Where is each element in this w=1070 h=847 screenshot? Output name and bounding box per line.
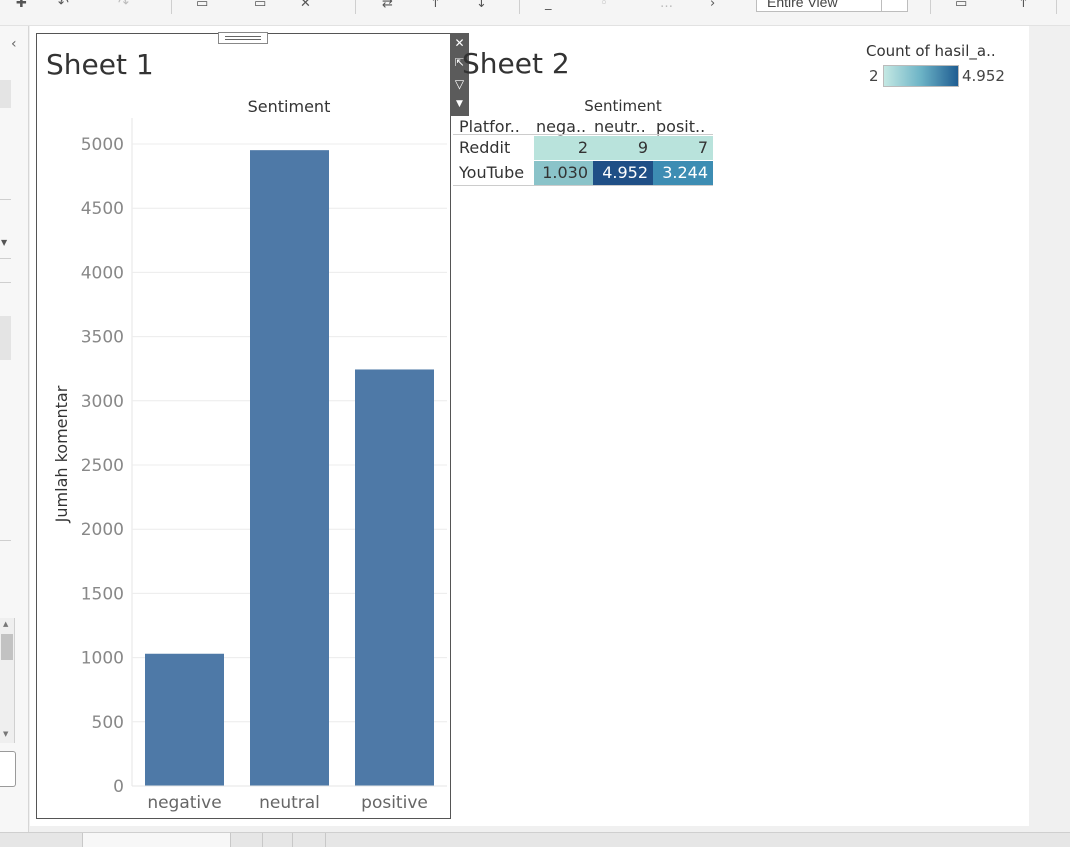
toolbar-divider [1056,0,1057,14]
bar [250,150,329,786]
table-cell[interactable]: 3.244 [653,161,713,185]
divider [0,199,11,200]
table-cell[interactable]: 2 [534,136,593,160]
bar [145,653,224,786]
share-icon[interactable]: ↑ [1018,0,1029,10]
divider [0,540,11,541]
row-label: Reddit [459,138,511,157]
legend-max-label: 4.952 [962,67,1005,85]
sort-desc-icon[interactable]: ↓ [476,0,487,10]
y-tick-label: 1000 [81,649,124,669]
y-tick-label: 2000 [81,520,124,540]
fit-dropdown-value: Entire View [767,0,838,10]
chevron-down-icon[interactable] [881,0,907,11]
table-cell[interactable]: 9 [593,136,653,160]
toolbar-divider [930,0,931,14]
sheet-tab[interactable] [263,833,293,847]
legend-color-ramp [883,65,959,87]
scrollbar-thumb[interactable] [1,634,13,660]
y-tick-label: 3000 [81,392,124,412]
more-options-icon[interactable]: ▼ [450,94,469,114]
panel-item[interactable] [0,316,11,360]
legend-title: Count of hasil_a.. [866,42,996,60]
duplicate-icon[interactable]: ▭ [254,0,266,10]
add-icon[interactable]: ✚ [16,0,27,10]
sheet-tab-bar [0,832,1070,847]
divider [0,282,11,283]
column-group-header: Sentiment [584,97,662,115]
toolbar-divider [355,0,356,14]
swap-icon[interactable]: ⇄ [382,0,393,10]
toolbar-divider [519,0,520,14]
scroll-down-icon[interactable]: ▼ [3,730,8,738]
show-cards-icon[interactable]: ▭ [955,0,967,10]
highlight-icon[interactable]: _ [545,0,552,10]
color-legend[interactable]: Count of hasil_a.. 2 4.952 [862,42,1022,93]
chart-title: Sentiment [248,97,331,116]
y-tick-label: 4500 [81,199,124,219]
header-divider [453,134,713,135]
table-cell[interactable]: 4.952 [593,161,653,185]
sheet1-container[interactable]: Sheet 1 Sentiment 0 500 1000 1500 2000 2500 300… [36,32,451,819]
undo-icon[interactable]: ↶ [58,0,69,10]
labels-icon[interactable]: … [660,0,673,10]
group-icon[interactable]: ◦ [600,0,608,10]
legend-min-label: 2 [869,67,879,85]
sheet-tab[interactable] [0,833,83,847]
redo-icon[interactable]: ↷ [118,0,129,10]
y-tick-label: 500 [92,713,124,733]
sheet-tab[interactable] [83,833,231,847]
y-tick-label: 3500 [81,328,124,348]
new-sheet-icon[interactable]: ▭ [196,0,208,10]
x-tick-label: positive [361,793,428,813]
y-tick-label: 0 [113,777,124,797]
sheet2-title: Sheet 2 [462,47,570,80]
row-label: YouTube [459,163,525,182]
y-tick-label: 2500 [81,456,124,476]
y-tick-label: 4000 [81,263,124,283]
clear-icon[interactable]: ✕ [300,0,311,10]
y-tick-label: 1500 [81,584,124,604]
sentiment-bar-chart: Sentiment 0 500 1000 1500 2000 2500 3000 3500 400… [52,97,447,813]
y-axis-title: Jumlah komentar [52,385,71,523]
x-tick-label: neutral [259,793,320,813]
chevron-down-icon[interactable]: ▼ [1,238,7,247]
sort-asc-icon[interactable]: ↑ [430,0,441,10]
toolbar: ✚ ↶ ↷ ▭ ▭ ✕ ⇄ ↑ ↓ _ ◦ … › Entire View ▭ … [0,0,1070,26]
sheet-tab[interactable] [231,833,263,847]
chevron-left-icon[interactable]: ‹ [11,36,17,52]
divider [0,258,11,259]
table-bottom-divider [453,185,713,186]
y-tick-label: 5000 [81,135,124,155]
scroll-up-icon[interactable]: ▲ [3,620,8,628]
x-tick-label: negative [147,793,221,813]
bar [355,369,434,786]
toolbar-divider [171,0,172,14]
panel-item[interactable] [0,80,11,108]
present-icon[interactable]: › [710,0,715,10]
table-cell[interactable]: 1.030 [534,161,593,185]
left-side-panel: ‹ ▼ ▲ ▼ [0,26,29,832]
panel-input-box[interactable] [0,751,16,787]
sheet-tab[interactable] [293,833,326,847]
fit-dropdown[interactable]: Entire View [756,0,908,12]
table-cell[interactable]: 7 [653,136,713,160]
panel-scrollbar[interactable]: ▲ ▼ [0,618,15,743]
